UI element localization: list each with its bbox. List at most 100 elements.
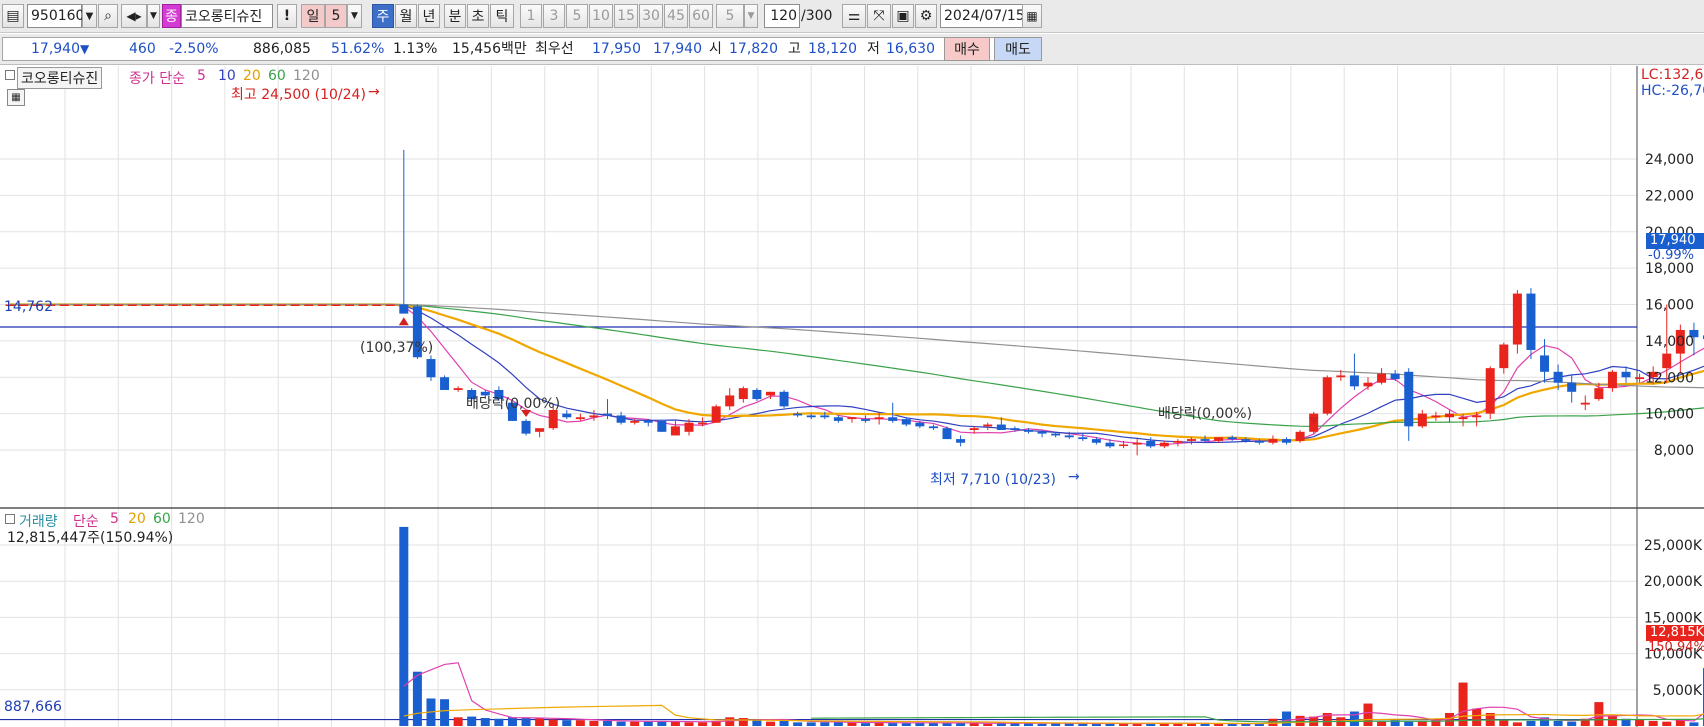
candle-body bbox=[73, 304, 83, 306]
interval-value-field[interactable]: 5 bbox=[716, 4, 744, 28]
candle-body bbox=[1499, 344, 1509, 369]
candle-body bbox=[1526, 293, 1536, 350]
volume-bar bbox=[1553, 720, 1563, 726]
stock-name-field[interactable]: 코오롱티슈진 bbox=[181, 4, 273, 28]
volume-bar bbox=[467, 716, 477, 726]
period-tick-button[interactable]: 틱 bbox=[490, 4, 514, 28]
period-second-button[interactable]: 초 bbox=[467, 4, 489, 28]
buy-button[interactable]: 매수 bbox=[944, 37, 990, 61]
period-month-button[interactable]: 월 bbox=[395, 4, 417, 28]
price-tick-label: 8,000 bbox=[1654, 443, 1694, 459]
candle-body bbox=[698, 422, 708, 425]
volume-bar bbox=[806, 722, 816, 726]
high-annotation: 최고 24,500 (10/24) bbox=[231, 87, 366, 103]
period-week-button[interactable]: 주 bbox=[372, 4, 394, 28]
candle-body bbox=[1431, 415, 1441, 418]
date-input[interactable]: 2024/07/15 bbox=[940, 4, 1025, 28]
sell-button[interactable]: 매도 bbox=[994, 37, 1042, 61]
candle-tool-icon[interactable]: ⚌ bbox=[842, 4, 866, 28]
volume-tick-label: 15,000K bbox=[1644, 610, 1703, 626]
volume-bar bbox=[738, 718, 748, 726]
chart-background bbox=[0, 66, 1637, 727]
ma-20-label: 20 bbox=[243, 68, 261, 84]
count-total: /300 bbox=[801, 8, 833, 24]
volume-bar bbox=[684, 722, 694, 726]
low-label: 저 bbox=[867, 41, 880, 57]
search-icon[interactable]: ⌕ bbox=[98, 4, 118, 28]
interval-1-button[interactable]: 1 bbox=[520, 4, 542, 28]
panel-collapse-icon[interactable] bbox=[5, 70, 15, 80]
interval-15-button[interactable]: 15 bbox=[614, 4, 638, 28]
candle-body bbox=[317, 304, 327, 306]
volume-bar bbox=[670, 721, 680, 726]
alert-button[interactable]: ! bbox=[277, 4, 297, 28]
sound-dropdown-icon[interactable]: ▼ bbox=[147, 4, 160, 28]
candle-body bbox=[1336, 375, 1346, 378]
candle-body bbox=[589, 415, 599, 418]
volume-panel-collapse-icon[interactable] bbox=[5, 514, 15, 524]
period-day-button[interactable]: 일 bbox=[301, 4, 325, 28]
ma-60-label: 60 bbox=[268, 68, 286, 84]
candle-body bbox=[915, 422, 925, 427]
ma-120-label: 120 bbox=[293, 68, 320, 84]
candle-body bbox=[1349, 375, 1359, 387]
save-icon[interactable]: ▣ bbox=[892, 4, 914, 28]
candle-body bbox=[603, 413, 613, 416]
period-num-field[interactable]: 5 bbox=[325, 4, 347, 28]
stock-code-input[interactable]: 950160 bbox=[27, 4, 84, 28]
period-minute-button[interactable]: 분 bbox=[444, 4, 466, 28]
current-price: 17,940 bbox=[31, 41, 80, 57]
lc-label: LC:132,60 bbox=[1641, 67, 1704, 83]
volume-bar bbox=[1607, 715, 1617, 726]
gear-icon[interactable]: ⚙ bbox=[915, 4, 937, 28]
candle-body bbox=[127, 304, 137, 306]
interval-30-button[interactable]: 30 bbox=[639, 4, 663, 28]
candle-body bbox=[1268, 439, 1278, 443]
volume-bar bbox=[1159, 723, 1169, 726]
volume-bar bbox=[1458, 682, 1468, 726]
vma-5-label: 5 bbox=[110, 511, 119, 527]
volume-bar bbox=[1567, 721, 1577, 726]
candle-body bbox=[738, 388, 748, 400]
code-dropdown-icon[interactable]: ▼ bbox=[82, 4, 97, 28]
period-dropdown-icon[interactable]: ▼ bbox=[347, 4, 362, 28]
candle-body bbox=[942, 428, 952, 440]
hline-price-label: 14,762 bbox=[4, 299, 53, 315]
candle-body bbox=[1485, 368, 1495, 414]
chart-settings-icon[interactable]: ▤ bbox=[2, 4, 24, 28]
sound-icon[interactable]: ◀▸ bbox=[121, 4, 147, 28]
vma-60-label: 60 bbox=[153, 511, 171, 527]
crosshair-tool-icon[interactable]: ⤧ bbox=[867, 4, 891, 28]
candle-body bbox=[1024, 429, 1033, 432]
candle-body bbox=[195, 304, 205, 306]
interval-5-button[interactable]: 5 bbox=[566, 4, 588, 28]
candle-body bbox=[331, 304, 341, 306]
interval-10-button[interactable]: 10 bbox=[589, 4, 613, 28]
last-price-pct: -0.99% bbox=[1648, 248, 1694, 263]
candle-body bbox=[996, 424, 1006, 430]
volume-bar bbox=[480, 718, 490, 726]
candle-body bbox=[1404, 371, 1414, 427]
candle-body bbox=[1186, 439, 1196, 441]
volume-bar bbox=[440, 699, 450, 726]
period-year-button[interactable]: 년 bbox=[418, 4, 440, 28]
volume-bar bbox=[928, 723, 938, 726]
interval-dropdown-icon[interactable]: ▼ bbox=[744, 4, 758, 28]
interval-3-button[interactable]: 3 bbox=[543, 4, 565, 28]
candle-body bbox=[290, 304, 300, 306]
calendar-icon[interactable]: ▦ bbox=[1022, 4, 1042, 28]
candle-body bbox=[263, 304, 273, 306]
ma-10-label: 10 bbox=[218, 68, 236, 84]
candle-body bbox=[1635, 377, 1645, 380]
interval-45-button[interactable]: 45 bbox=[664, 4, 688, 28]
stock-chart[interactable]: 24,00022,00020,00018,00016,00014,00012,0… bbox=[0, 66, 1704, 727]
volume-bar bbox=[861, 723, 871, 726]
candle-body bbox=[1091, 439, 1101, 443]
table-toggle-icon[interactable]: ▦ bbox=[7, 89, 25, 106]
volume-bar bbox=[1512, 722, 1522, 726]
price-panel-stock[interactable]: 코오롱티슈진 bbox=[17, 67, 103, 89]
candle-body bbox=[182, 304, 192, 306]
count-input[interactable]: 120 bbox=[764, 4, 800, 28]
interval-60-button[interactable]: 60 bbox=[689, 4, 713, 28]
candle-body bbox=[1146, 440, 1156, 447]
